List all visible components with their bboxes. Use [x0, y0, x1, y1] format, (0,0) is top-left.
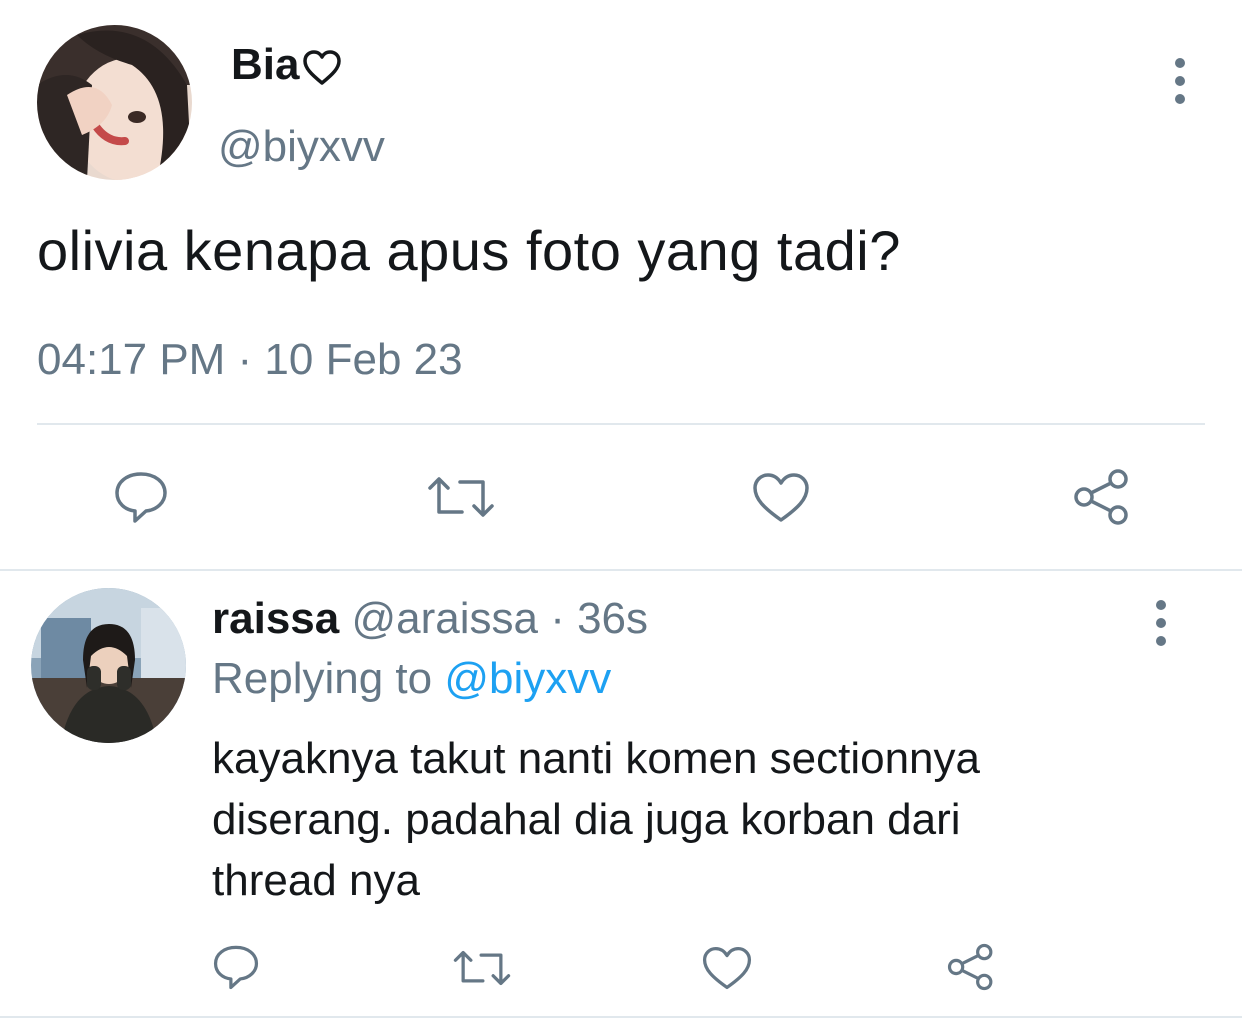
author-display-name: Bia	[231, 40, 300, 89]
divider	[0, 1016, 1242, 1018]
white-heart-icon	[303, 47, 342, 85]
tweet-timestamp[interactable]: 04:17 PM · 10 Feb 23	[37, 335, 463, 385]
avatar-photo	[31, 588, 186, 743]
reply-text-line: diserang. padahal dia juga korban dari	[212, 795, 961, 844]
replying-to-label: Replying to	[212, 654, 433, 703]
tweet-text: olivia kenapa apus foto yang tadi?	[37, 219, 901, 282]
reply-icon[interactable]	[113, 470, 169, 524]
more-options-icon[interactable]	[1172, 58, 1188, 104]
replying-to-mention[interactable]: @biyxvv	[444, 654, 611, 703]
retweet-icon[interactable]	[452, 948, 512, 988]
more-options-icon[interactable]	[1153, 600, 1169, 646]
share-icon[interactable]	[946, 943, 996, 991]
like-icon[interactable]	[752, 472, 810, 524]
reply-text-line: kayaknya takut nanti komen sectionnya	[212, 734, 981, 783]
replying-to: Replying to @biyxvv	[212, 654, 611, 704]
retweet-icon[interactable]	[426, 474, 496, 520]
avatar-photo	[37, 25, 192, 180]
reply-text-line: thread nya	[212, 856, 420, 905]
like-icon[interactable]	[702, 946, 752, 991]
avatar[interactable]	[31, 588, 186, 743]
author-handle[interactable]: @biyxvv	[218, 122, 385, 172]
reply-header: raissa @araissa · 36s	[212, 594, 648, 644]
reply-meta[interactable]: @araissa · 36s	[351, 594, 648, 643]
reply-text: kayaknya takut nanti komen sectionnya di…	[212, 728, 1192, 911]
divider	[0, 569, 1242, 571]
share-icon[interactable]	[1072, 468, 1132, 526]
tweet-thread: Bia @biyxvv olivia kenapa apus foto yang…	[0, 0, 1242, 1020]
avatar[interactable]	[37, 25, 192, 180]
divider	[37, 423, 1205, 425]
reply-icon[interactable]	[212, 944, 260, 990]
author-name[interactable]: Bia	[231, 40, 342, 90]
reply-author-name[interactable]: raissa	[212, 594, 339, 643]
